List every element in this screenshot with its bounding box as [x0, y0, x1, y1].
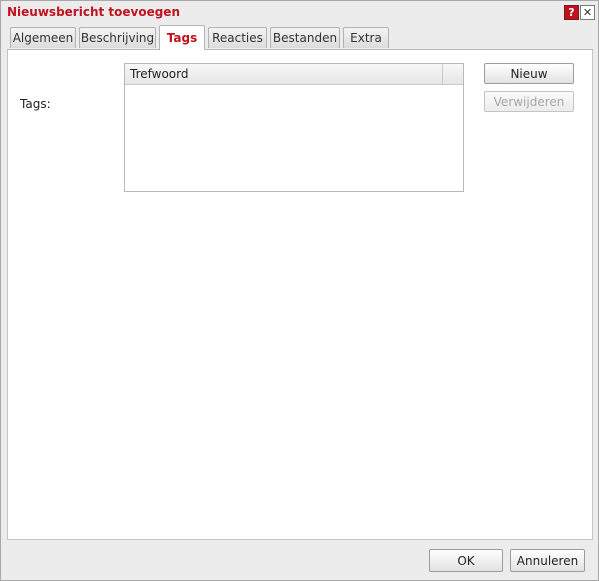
- tags-label: Tags:: [20, 97, 51, 111]
- close-icon[interactable]: ✕: [580, 5, 595, 20]
- new-tag-button[interactable]: Nieuw: [484, 63, 574, 84]
- ok-button[interactable]: OK: [429, 549, 503, 572]
- column-header-filler: [443, 64, 463, 84]
- tab-tags[interactable]: Tags: [159, 25, 205, 50]
- cancel-button[interactable]: Annuleren: [510, 549, 585, 572]
- dialog-window: Nieuwsbericht toevoegen ? ✕ Algemeen Bes…: [0, 0, 599, 581]
- title-bar[interactable]: Nieuwsbericht toevoegen ? ✕: [1, 1, 598, 23]
- tab-label: Algemeen: [12, 31, 74, 45]
- tab-algemeen[interactable]: Algemeen: [10, 27, 76, 48]
- tab-bestanden[interactable]: Bestanden: [270, 27, 340, 48]
- help-icon[interactable]: ?: [564, 5, 579, 20]
- remove-tag-button[interactable]: Verwijderen: [484, 91, 574, 112]
- tab-label: Tags: [166, 31, 198, 45]
- tab-strip: Algemeen Beschrijving Tags Reacties Best…: [7, 25, 593, 50]
- tags-panel: Tags: Trefwoord Nieuw Verwijderen: [7, 50, 593, 540]
- dialog-title: Nieuwsbericht toevoegen: [7, 5, 180, 19]
- tags-grid[interactable]: Trefwoord: [124, 63, 464, 192]
- tab-label: Bestanden: [272, 31, 338, 45]
- tab-label: Beschrijving: [80, 31, 155, 45]
- tab-beschrijving[interactable]: Beschrijving: [79, 27, 156, 48]
- tab-extra[interactable]: Extra: [343, 27, 389, 48]
- column-header-trefwoord[interactable]: Trefwoord: [125, 64, 443, 84]
- tab-label: Reacties: [212, 31, 263, 45]
- tab-label: Extra: [350, 31, 382, 45]
- grid-header: Trefwoord: [125, 64, 463, 85]
- tab-reacties[interactable]: Reacties: [208, 27, 267, 48]
